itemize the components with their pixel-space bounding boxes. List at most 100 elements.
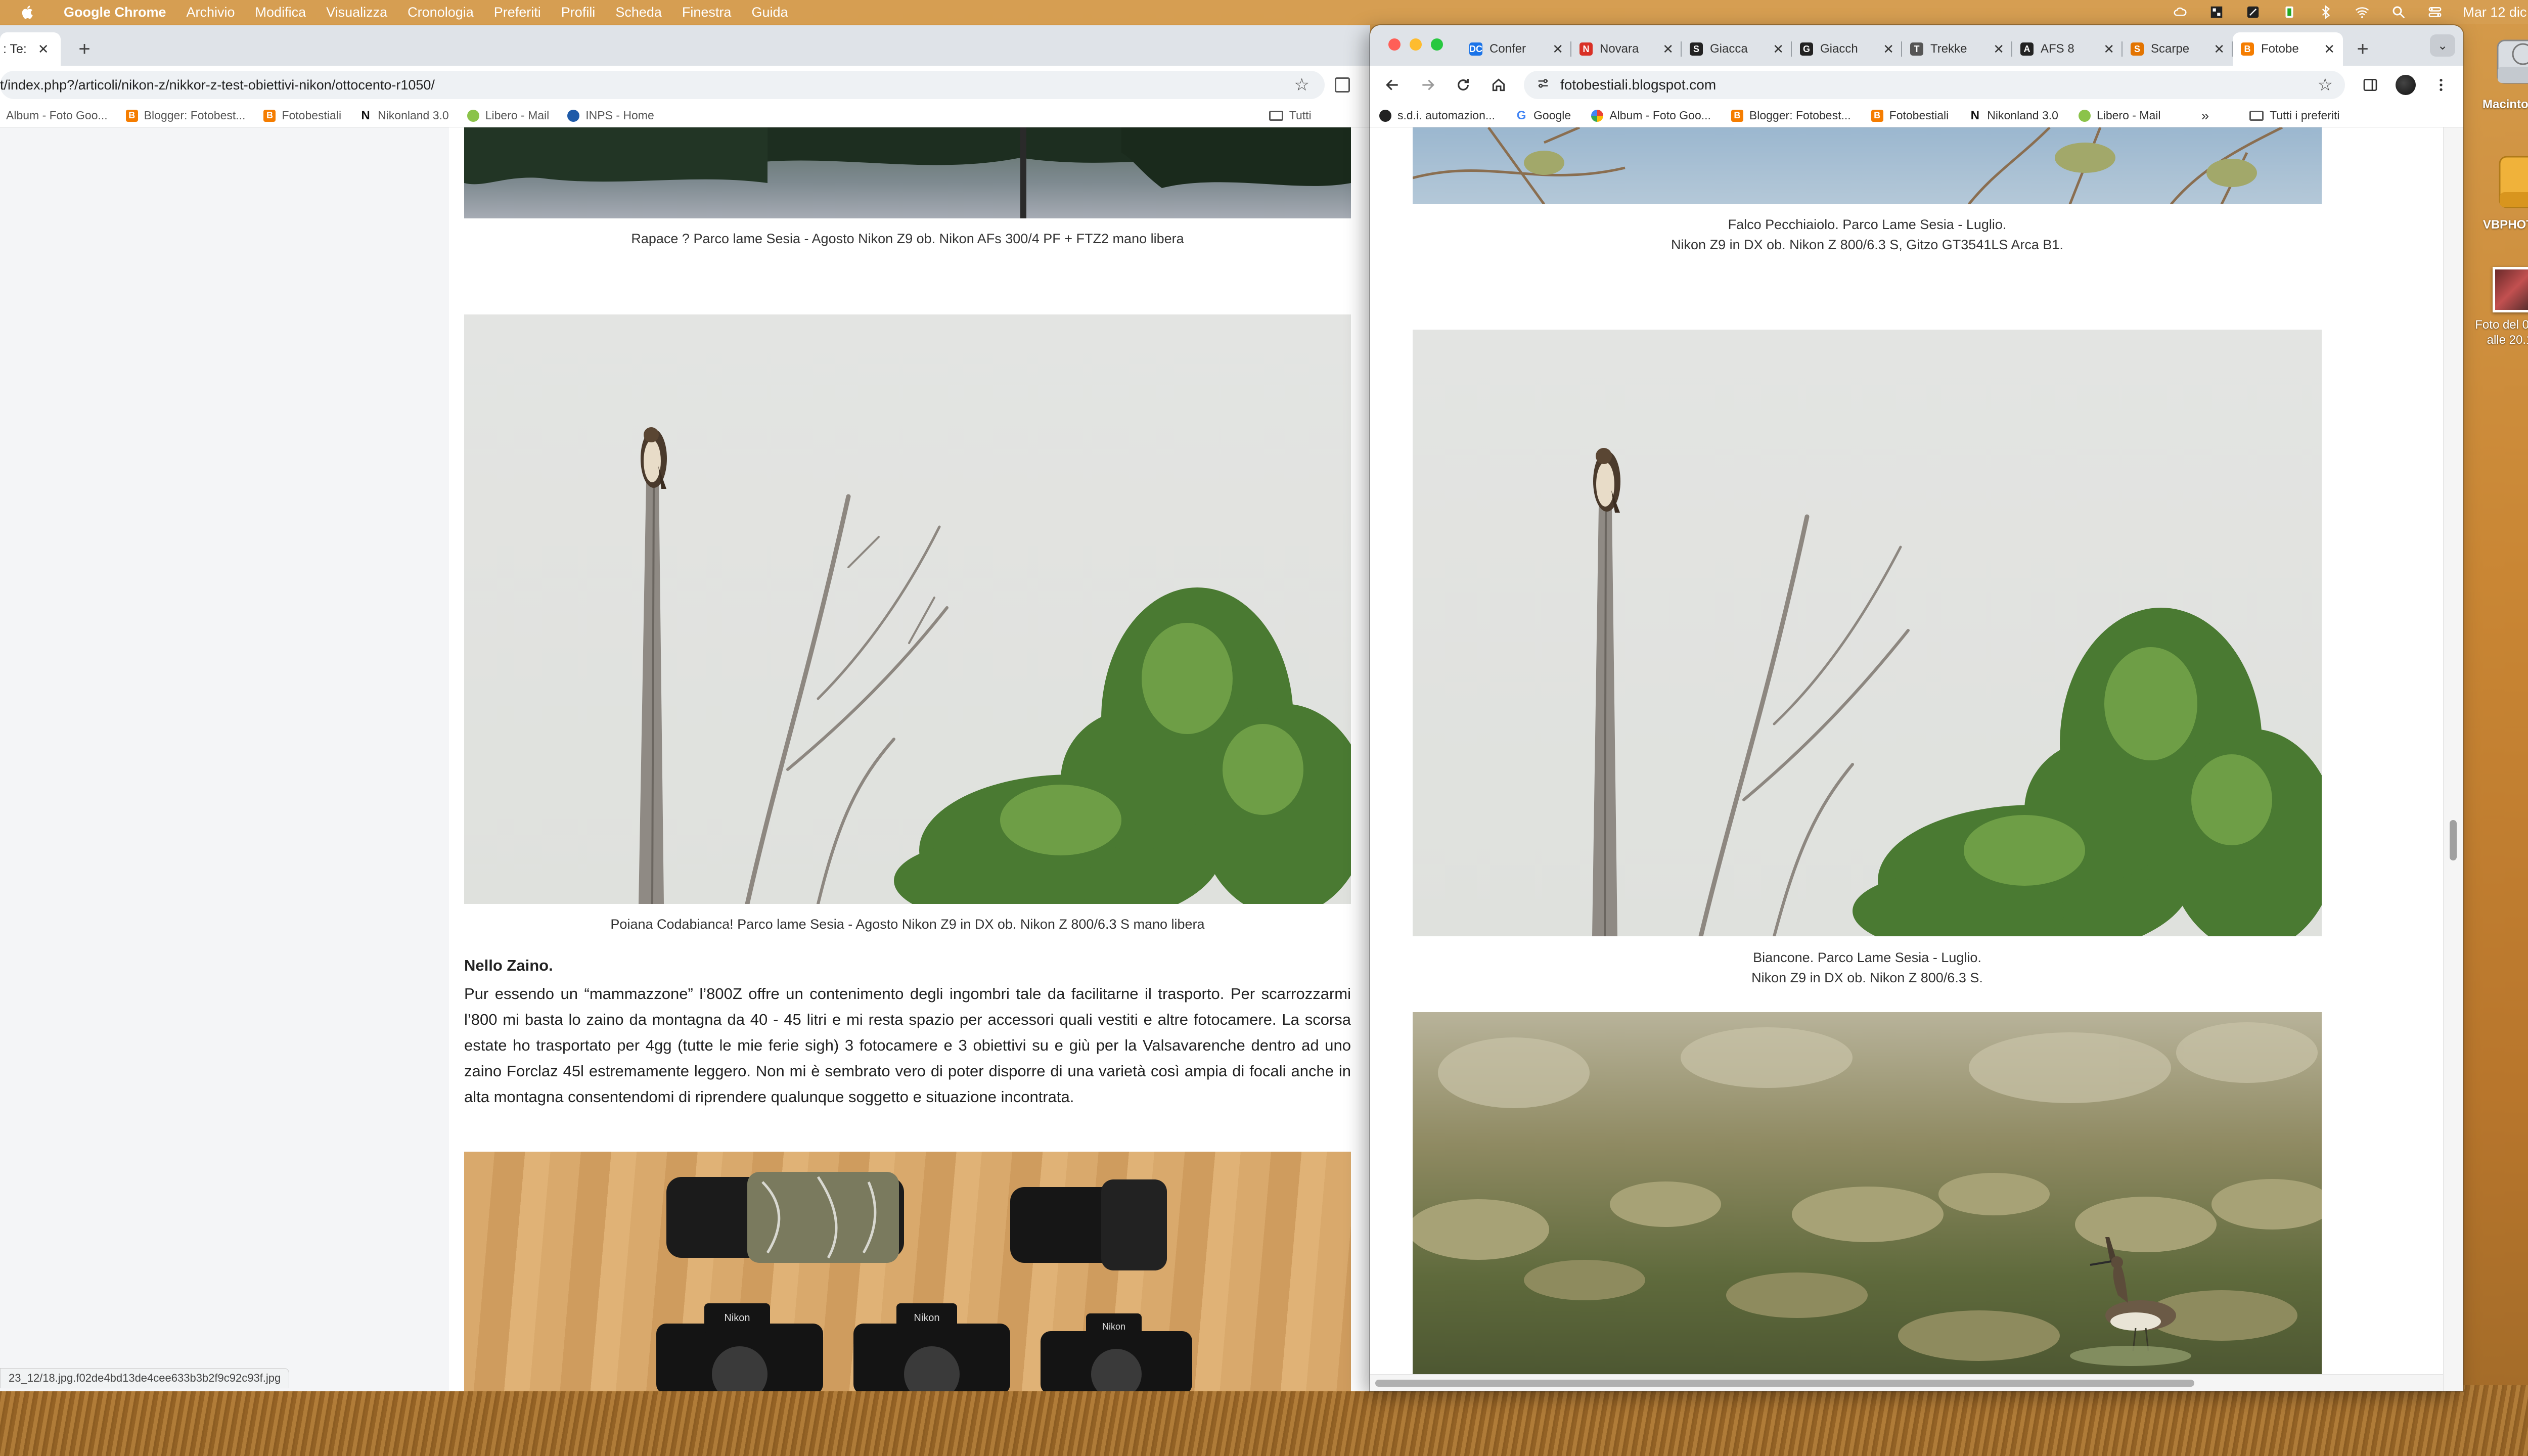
horizontal-scrollbar[interactable]	[1370, 1374, 2443, 1391]
tab-favicon-icon: S	[2131, 42, 2144, 56]
bookmark-label: INPS - Home	[585, 109, 654, 122]
menu-cronologia[interactable]: Cronologia	[408, 5, 474, 20]
back-arrow-icon[interactable]	[1382, 75, 1403, 95]
bookmark-google[interactable]: G Google	[1515, 109, 1571, 122]
close-tab-icon[interactable]: ✕	[2103, 41, 2114, 57]
zoom-window-button[interactable]	[1431, 38, 1443, 51]
site-info-icon[interactable]	[1536, 76, 1550, 94]
close-tab-icon[interactable]: ✕	[1552, 41, 1563, 57]
blog-photo-eagle[interactable]	[1413, 330, 2322, 936]
close-tab-icon[interactable]: ✕	[38, 41, 49, 57]
tab-novara[interactable]: N Novara ✕	[1571, 32, 1682, 66]
bookmark-album[interactable]: Album - Foto Goo...	[6, 109, 108, 122]
control-center-icon[interactable]	[2426, 4, 2444, 21]
menu-profili[interactable]: Profili	[561, 5, 596, 20]
qr-app-icon[interactable]	[2208, 4, 2225, 21]
close-tab-icon[interactable]: ✕	[2324, 41, 2335, 57]
bookmark-star-icon[interactable]: ☆	[2318, 75, 2333, 95]
bookmark-inps[interactable]: INPS - Home	[567, 109, 654, 122]
tab-scarpe[interactable]: S Scarpe ✕	[2123, 32, 2233, 66]
hard-drive-icon	[2493, 31, 2528, 92]
bluetooth-icon[interactable]	[2317, 4, 2334, 21]
bookmark-all-folder[interactable]: Tutti	[1269, 109, 1312, 122]
profile-avatar[interactable]	[2396, 75, 2416, 95]
side-panel-icon[interactable]	[2360, 75, 2380, 95]
vertical-scrollbar[interactable]	[2443, 127, 2463, 1391]
bookmark-fotobestiali[interactable]: B Fotobestiali	[263, 109, 341, 122]
close-tab-icon[interactable]: ✕	[1773, 41, 1784, 57]
tab-afs-8[interactable]: A AFS 8 ✕	[2012, 32, 2123, 66]
close-tab-icon[interactable]: ✕	[1662, 41, 1674, 57]
reload-icon[interactable]	[1453, 75, 1473, 95]
close-window-button[interactable]	[1388, 38, 1401, 51]
wifi-icon[interactable]	[2354, 4, 2371, 21]
bookmark-fotobestiali[interactable]: B Fotobestiali	[1871, 109, 1949, 122]
menu-app-name[interactable]: Google Chrome	[64, 5, 166, 20]
bookmark-sdi[interactable]: s.d.i. automazion...	[1379, 109, 1495, 122]
tab-fotobe[interactable]: B Fotobe ✕	[2233, 32, 2343, 66]
bookmark-libero[interactable]: Libero - Mail	[2078, 109, 2160, 122]
spotlight-search-icon[interactable]	[2390, 4, 2407, 21]
menu-preferiti[interactable]: Preferiti	[494, 5, 541, 20]
address-bar[interactable]: fotobestiali.blogspot.com ☆	[1524, 71, 2345, 99]
new-tab-button[interactable]: +	[72, 36, 97, 62]
apple-menu-icon[interactable]	[20, 4, 35, 21]
desktop-icon-photo-file[interactable]: Foto del 09-12-23 alle 20.10.jpg	[2467, 267, 2528, 348]
forward-arrow-icon[interactable]	[1418, 75, 1438, 95]
scrollbar-thumb[interactable]	[1375, 1380, 2194, 1387]
more-bookmarks-chevron-icon[interactable]: »	[2201, 108, 2209, 124]
menu-finestra[interactable]: Finestra	[682, 5, 732, 20]
tab-strip: : Te: ✕ +	[0, 25, 1370, 66]
menu-modifica[interactable]: Modifica	[255, 5, 306, 20]
tab-giacca[interactable]: S Giacca ✕	[1682, 32, 1792, 66]
close-tab-icon[interactable]: ✕	[2214, 41, 2225, 57]
bookmark-album[interactable]: Album - Foto Goo...	[1591, 109, 1711, 122]
close-tab-icon[interactable]: ✕	[1993, 41, 2004, 57]
article-photo-trees[interactable]	[464, 127, 1351, 218]
close-tab-icon[interactable]: ✕	[1883, 41, 1894, 57]
battery-status-icon[interactable]	[2281, 4, 2298, 21]
new-tab-button[interactable]: +	[2350, 36, 2375, 62]
home-icon[interactable]	[1488, 75, 1509, 95]
menu-guida[interactable]: Guida	[751, 5, 788, 20]
notes-app-icon[interactable]	[2244, 4, 2262, 21]
article-photo-gear[interactable]: Nikon Nikon Nikon	[464, 1152, 1351, 1391]
bookmark-star-icon[interactable]: ☆	[1294, 75, 1310, 95]
external-drive-icon	[2493, 152, 2528, 212]
article-photo-buzzard[interactable]	[464, 314, 1351, 904]
bookmark-label: s.d.i. automazion...	[1397, 109, 1496, 122]
menu-archivio[interactable]: Archivio	[187, 5, 235, 20]
desktop-icon-macintosh-hd[interactable]: Macintosh HD	[2467, 31, 2528, 112]
address-bar[interactable]: t/index.php?/articoli/nikon-z/nikkor-z-t…	[0, 71, 1325, 99]
bookmark-blogger[interactable]: B Blogger: Fotobest...	[1731, 109, 1851, 122]
folder-icon	[1269, 110, 1283, 121]
bookmark-blogger[interactable]: B Blogger: Fotobest...	[125, 109, 245, 122]
blog-photo-falcon[interactable]	[1413, 127, 2322, 204]
menu-scheda[interactable]: Scheda	[615, 5, 662, 20]
menubar-clock[interactable]: Mar 12 dic 12:21	[2463, 5, 2528, 20]
tab-nikonland[interactable]: : Te: ✕	[0, 32, 61, 66]
tab-confer[interactable]: DC Confer ✕	[1461, 32, 1571, 66]
menu-visualizza[interactable]: Visualizza	[326, 5, 387, 20]
tab-favicon-icon: T	[1910, 42, 1923, 56]
blog-photo-sandpiper[interactable]	[1413, 1012, 2322, 1391]
tab-giacch[interactable]: G Giacch ✕	[1792, 32, 1902, 66]
more-menu-icon[interactable]	[2431, 75, 2451, 95]
minimize-window-button[interactable]	[1410, 38, 1422, 51]
tab-search-chevron-icon[interactable]: ⌄	[2430, 34, 2455, 57]
tab-label: Giacch	[1820, 42, 1858, 56]
side-panel-icon[interactable]	[1335, 77, 1350, 93]
desktop-icon-label: VBPHOTO_01	[2482, 218, 2528, 232]
camera-brand-label: Nikon	[914, 1312, 939, 1324]
bookmark-nikonland[interactable]: N Nikonland 3.0	[1969, 109, 2058, 122]
bookmark-label: Google	[1533, 109, 1571, 122]
bookmark-libero[interactable]: Libero - Mail	[467, 109, 549, 122]
desktop-icon-vbphoto[interactable]: VBPHOTO_01	[2467, 152, 2528, 233]
bookmark-nikonland[interactable]: N Nikonland 3.0	[359, 109, 448, 122]
creative-cloud-icon[interactable]	[2172, 4, 2189, 21]
scrollbar-thumb[interactable]	[2450, 820, 2457, 860]
tab-trekke[interactable]: T Trekke ✕	[1902, 32, 2012, 66]
caption-line: Nikon Z9 in DX ob. Nikon Z 800/6.3 S.	[1751, 970, 1983, 985]
bookmark-label: Blogger: Fotobest...	[1749, 109, 1851, 122]
all-bookmarks-folder[interactable]: Tutti i preferiti	[2249, 109, 2340, 122]
